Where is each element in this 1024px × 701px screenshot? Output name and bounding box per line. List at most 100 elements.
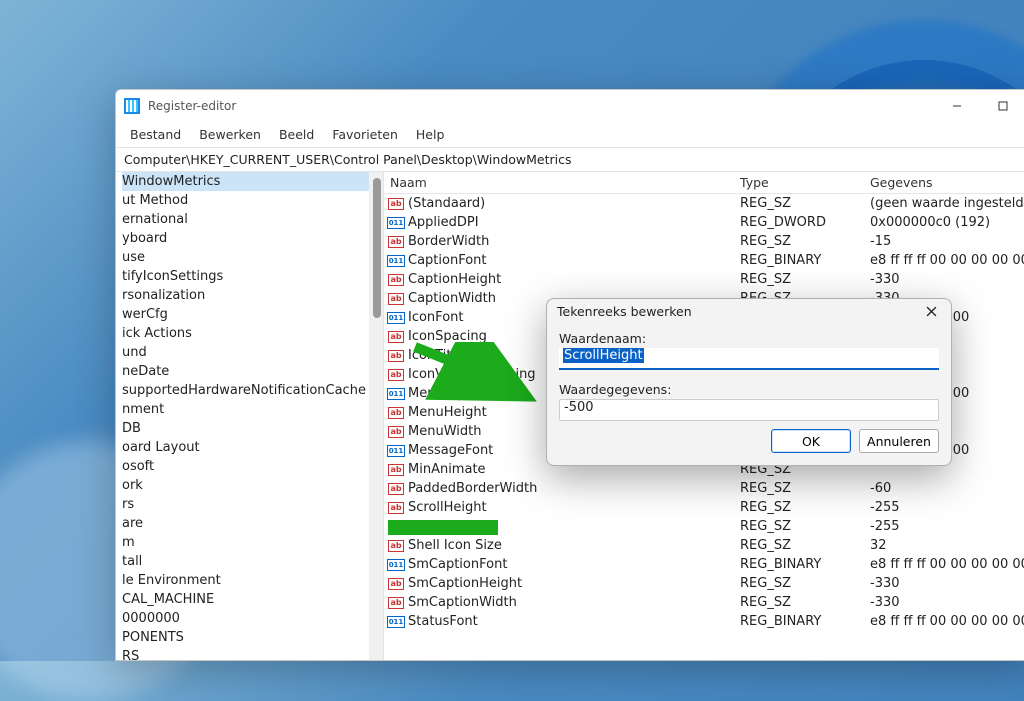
tree-item[interactable]: use	[122, 248, 383, 267]
binary-icon: 011	[387, 445, 406, 457]
titlebar[interactable]: Register-editor	[116, 90, 1024, 122]
tree-item[interactable]: m	[122, 533, 383, 552]
value-name: SmCaptionWidth	[408, 595, 734, 610]
value-type: REG_SZ	[734, 519, 864, 534]
menu-favorites[interactable]: Favorieten	[324, 125, 406, 144]
tree-item[interactable]: WindowMetrics	[122, 172, 383, 191]
tree-scrollbar[interactable]	[369, 172, 383, 660]
registry-value-row[interactable]: abPaddedBorderWidthREG_SZ-60	[384, 479, 1024, 498]
value-type: REG_SZ	[734, 576, 864, 591]
tree-item[interactable]: tifyIconSettings	[122, 267, 383, 286]
tree-item[interactable]: ick Actions	[122, 324, 383, 343]
tree-item[interactable]: ernational	[122, 210, 383, 229]
registry-value-row[interactable]: ab(Standaard)REG_SZ(geen waarde ingestel…	[384, 194, 1024, 213]
value-name: Shell Icon Size	[408, 538, 734, 553]
maximize-button[interactable]	[980, 90, 1024, 122]
menu-edit[interactable]: Bewerken	[191, 125, 269, 144]
binary-icon: 011	[387, 312, 406, 324]
minimize-button[interactable]	[934, 90, 980, 122]
tree-item[interactable]: 0000000	[122, 609, 383, 628]
value-name: BorderWidth	[408, 234, 734, 249]
tree-item[interactable]: rs	[122, 495, 383, 514]
value-type: REG_BINARY	[734, 557, 864, 572]
tree-item[interactable]: RS	[122, 647, 383, 660]
ok-button[interactable]: OK	[771, 429, 851, 453]
registry-value-row[interactable]: abShell Icon SizeREG_SZ32	[384, 536, 1024, 555]
value-type: REG_SZ	[734, 234, 864, 249]
value-type: REG_SZ	[734, 272, 864, 287]
address-text: Computer\HKEY_CURRENT_USER\Control Panel…	[124, 152, 572, 167]
tree-item[interactable]: nment	[122, 400, 383, 419]
value-name: PaddedBorderWidth	[408, 481, 734, 496]
tree-item[interactable]: osoft	[122, 457, 383, 476]
dialog-close-button[interactable]	[921, 301, 941, 321]
value-data: e8 ff ff ff 00 00 00 00 00 00	[864, 253, 1024, 268]
col-data[interactable]: Gegevens	[864, 172, 1024, 193]
value-type: REG_SZ	[734, 538, 864, 553]
tree-item[interactable]: und	[122, 343, 383, 362]
binary-icon: 011	[387, 255, 406, 267]
registry-value-row[interactable]: abCaptionHeightREG_SZ-330	[384, 270, 1024, 289]
list-header[interactable]: Naam Type Gegevens	[384, 172, 1024, 194]
value-name-field[interactable]: ScrollHeight	[559, 348, 939, 370]
string-icon: ab	[388, 350, 403, 362]
tree-item[interactable]: supportedHardwareNotificationCache	[122, 381, 383, 400]
tree-item[interactable]: rsonalization	[122, 286, 383, 305]
value-data-field[interactable]: -500	[559, 399, 939, 421]
menu-help[interactable]: Help	[408, 125, 453, 144]
tree-item[interactable]: ut Method	[122, 191, 383, 210]
cancel-button[interactable]: Annuleren	[859, 429, 939, 453]
tree-item[interactable]: yboard	[122, 229, 383, 248]
tree-item[interactable]: werCfg	[122, 305, 383, 324]
registry-value-row[interactable]: abSmCaptionHeightREG_SZ-330	[384, 574, 1024, 593]
tree-item[interactable]: DB	[122, 419, 383, 438]
binary-icon: 011	[387, 616, 406, 628]
tree-item[interactable]: are	[122, 514, 383, 533]
tree-item[interactable]: neDate	[122, 362, 383, 381]
binary-icon: 011	[387, 559, 406, 571]
label-value-data: Waardegegevens:	[559, 382, 939, 397]
address-bar[interactable]: Computer\HKEY_CURRENT_USER\Control Panel…	[116, 148, 1024, 172]
tree-scroll-thumb[interactable]	[373, 178, 381, 318]
menu-file[interactable]: Bestand	[122, 125, 189, 144]
tree-item[interactable]: ork	[122, 476, 383, 495]
value-data: -330	[864, 272, 1024, 287]
string-icon: ab	[388, 369, 403, 381]
registry-value-row[interactable]: 011CaptionFontREG_BINARYe8 ff ff ff 00 0…	[384, 251, 1024, 270]
registry-value-row[interactable]: 011AppliedDPIREG_DWORD0x000000c0 (192)	[384, 213, 1024, 232]
string-icon: ab	[388, 407, 403, 419]
tree-item[interactable]: le Environment	[122, 571, 383, 590]
string-icon: ab	[388, 331, 403, 343]
registry-value-row[interactable]: 011SmCaptionFontREG_BINARYe8 ff ff ff 00…	[384, 555, 1024, 574]
value-data: 32	[864, 538, 1024, 553]
label-value-name: Waardenaam:	[559, 331, 939, 346]
menubar: Bestand Bewerken Beeld Favorieten Help	[116, 122, 1024, 148]
binary-icon: 011	[387, 388, 406, 400]
value-data: (geen waarde ingesteld)	[864, 196, 1024, 211]
value-data: 0x000000c0 (192)	[864, 215, 1024, 230]
registry-value-row[interactable]: abScrollHeightREG_SZ-255	[384, 498, 1024, 517]
value-type: REG_SZ	[734, 481, 864, 496]
registry-value-row[interactable]: 011StatusFontREG_BINARYe8 ff ff ff 00 00…	[384, 612, 1024, 631]
string-icon: ab	[388, 578, 403, 590]
tree-item[interactable]: CAL_MACHINE	[122, 590, 383, 609]
tree-item[interactable]: PONENTS	[122, 628, 383, 647]
value-name-text: ScrollHeight	[563, 348, 644, 363]
col-name[interactable]: Naam	[384, 172, 734, 193]
registry-value-row[interactable]: abBorderWidthREG_SZ-15	[384, 232, 1024, 251]
value-type: REG_SZ	[734, 500, 864, 515]
annotation-highlight	[388, 520, 498, 535]
string-icon: ab	[388, 274, 403, 286]
value-data: e8 ff ff ff 00 00 00 00 00 00	[864, 614, 1024, 629]
value-name: ScrollHeight	[408, 500, 734, 515]
tree-pane[interactable]: WindowMetricsut Methodernationalyboardus…	[116, 172, 384, 660]
string-icon: ab	[388, 236, 403, 248]
col-type[interactable]: Type	[734, 172, 864, 193]
tree-item[interactable]: tall	[122, 552, 383, 571]
tree-item[interactable]: oard Layout	[122, 438, 383, 457]
menu-view[interactable]: Beeld	[271, 125, 322, 144]
window-title: Register-editor	[148, 99, 236, 113]
registry-value-row[interactable]: abSmCaptionWidthREG_SZ-330	[384, 593, 1024, 612]
value-data: -330	[864, 576, 1024, 591]
string-icon: ab	[388, 483, 403, 495]
